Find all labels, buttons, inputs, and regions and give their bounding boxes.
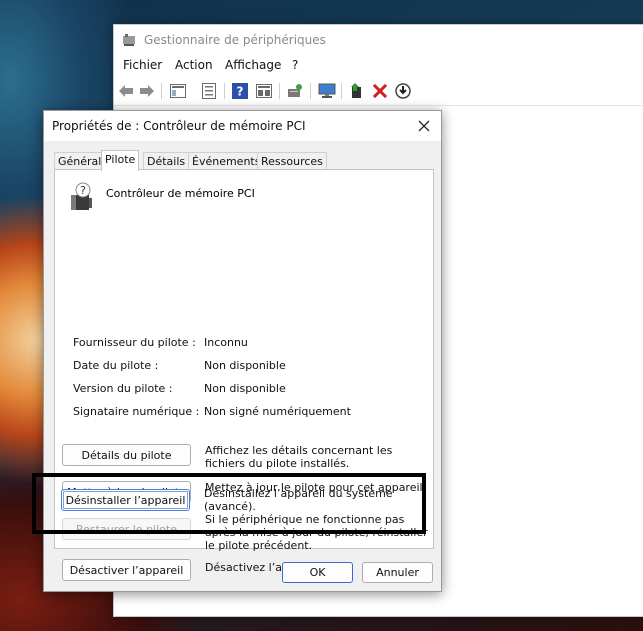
tab-strip: Général Pilote Détails Événements Ressou… (54, 150, 434, 171)
tab-evenements[interactable]: Événements (188, 152, 265, 169)
field-value-signer: Non signé numériquement (204, 405, 351, 418)
svg-text:?: ? (80, 184, 86, 197)
tab-details[interactable]: Détails (143, 152, 190, 169)
device-manager-app-icon (123, 34, 135, 46)
tab-pilote[interactable]: Pilote (101, 150, 140, 171)
device-manager-title: Gestionnaire de périphériques (144, 33, 326, 47)
field-label-date: Date du pilote : (73, 359, 159, 372)
field-value-provider: Inconnu (204, 336, 248, 349)
back-arrow-icon[interactable] (117, 82, 135, 100)
view-icon[interactable] (255, 82, 273, 100)
download-circle-icon[interactable] (394, 82, 412, 100)
field-label-signer: Signataire numérique : (73, 405, 200, 418)
toolbar-separator (224, 83, 225, 99)
menu-fichier[interactable]: Fichier (123, 58, 162, 72)
unknown-device-icon: ? (71, 182, 92, 210)
uninstall-x-icon[interactable] (371, 82, 389, 100)
menu-affichage[interactable]: Affichage (225, 58, 281, 72)
tab-general[interactable]: Général (54, 152, 106, 169)
driver-details-button[interactable]: Détails du pilote (62, 444, 191, 466)
scan-hardware-icon[interactable] (286, 82, 304, 100)
toolbar-separator (341, 83, 342, 99)
device-manager-titlebar[interactable]: Gestionnaire de périphériques (114, 25, 643, 55)
toolbar-separator (161, 83, 162, 99)
device-name: Contrôleur de mémoire PCI (106, 187, 255, 200)
cancel-button[interactable]: Annuler (362, 562, 433, 583)
driver-details-description: Affichez les détails concernant les fich… (205, 444, 393, 470)
disable-device-button[interactable]: Désactiver l’appareil (62, 559, 191, 581)
menu-help[interactable]: ? (292, 58, 298, 72)
field-value-date: Non disponible (204, 359, 286, 372)
device-list-icon[interactable] (200, 82, 218, 100)
tab-ressources[interactable]: Ressources (257, 152, 327, 169)
computer-icon[interactable] (318, 82, 336, 100)
dialog-titlebar[interactable]: Propriétés de : Contrôleur de mémoire PC… (44, 111, 441, 141)
field-value-version: Non disponible (204, 382, 286, 395)
toolbar: ? (114, 77, 643, 106)
properties-pane-icon[interactable] (169, 82, 187, 100)
toolbar-separator (279, 83, 280, 99)
menu-action[interactable]: Action (175, 58, 213, 72)
svg-text:?: ? (237, 85, 244, 99)
field-label-provider: Fournisseur du pilote : (73, 336, 196, 349)
ok-button[interactable]: OK (282, 562, 353, 583)
forward-arrow-icon[interactable] (138, 82, 156, 100)
help-icon[interactable]: ? (231, 82, 249, 100)
highlight-rectangle (32, 473, 426, 534)
field-label-version: Version du pilote : (73, 382, 173, 395)
update-driver-icon[interactable] (348, 82, 366, 100)
menu-bar: Fichier Action Affichage ? (114, 55, 643, 75)
close-icon[interactable] (413, 115, 435, 137)
dialog-title: Propriétés de : Contrôleur de mémoire PC… (52, 119, 306, 133)
toolbar-separator (310, 83, 311, 99)
